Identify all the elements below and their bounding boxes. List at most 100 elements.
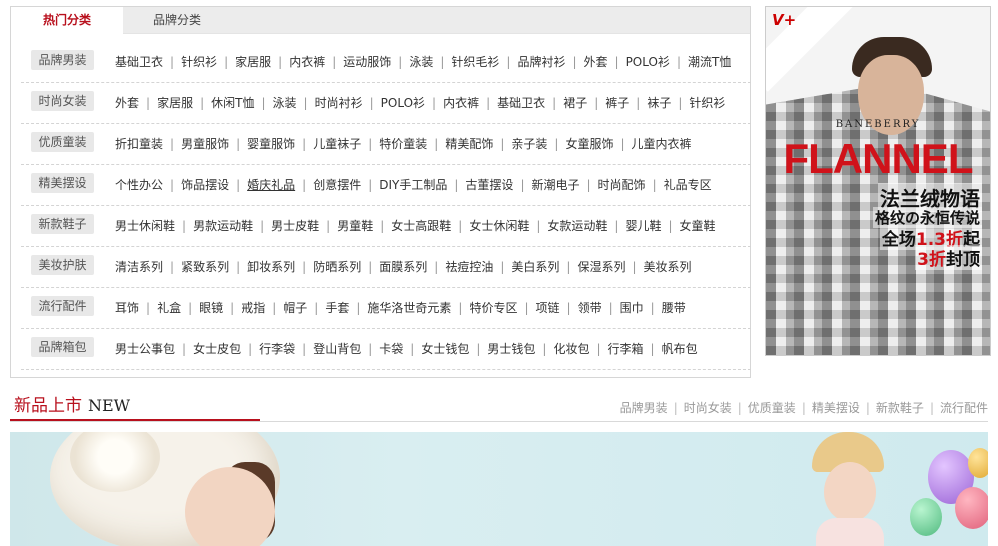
new-arrivals-link[interactable]: 品牌男装 <box>620 401 668 415</box>
new-arrivals-link[interactable]: 时尚女装 <box>684 401 732 415</box>
category-link[interactable]: 基础卫衣 <box>497 96 545 110</box>
category-link[interactable]: 围巾 <box>620 301 644 315</box>
new-arrivals-link[interactable]: 精美摆设 <box>812 401 860 415</box>
category-link[interactable]: 男士公事包 <box>115 342 175 356</box>
category-link[interactable]: 针织衫 <box>181 55 217 69</box>
category-link[interactable]: 面膜系列 <box>379 260 427 274</box>
category-link[interactable]: 美妆系列 <box>644 260 692 274</box>
category-label[interactable]: 品牌箱包 <box>31 337 94 357</box>
category-link[interactable]: 领带 <box>578 301 602 315</box>
category-label[interactable]: 品牌男装 <box>31 50 94 70</box>
promo-banner[interactable]: V+ BANEBERRY FLANNEL 法兰绒物语 格纹の永恒传说 全场1.3… <box>765 6 991 356</box>
category-link[interactable]: 男士皮鞋 <box>271 219 319 233</box>
category-link[interactable]: 潮流T恤 <box>688 55 731 69</box>
category-label[interactable]: 美妆护肤 <box>31 255 94 275</box>
tab-hot-categories[interactable]: 热门分类 <box>11 7 123 35</box>
link-separator: | <box>652 178 657 192</box>
category-link[interactable]: 女童鞋 <box>680 219 716 233</box>
new-arrivals-banner[interactable] <box>10 432 988 546</box>
category-link[interactable]: 美白系列 <box>511 260 559 274</box>
category-link[interactable]: 休闲T恤 <box>211 96 254 110</box>
category-link[interactable]: 女童服饰 <box>565 137 613 151</box>
category-link[interactable]: 内衣裤 <box>443 96 479 110</box>
category-link[interactable]: 裤子 <box>605 96 629 110</box>
category-link[interactable]: 婴童服饰 <box>247 137 295 151</box>
category-link[interactable]: 男款运动鞋 <box>193 219 253 233</box>
category-link[interactable]: 家居服 <box>157 96 193 110</box>
category-link[interactable]: 古董摆设 <box>465 178 513 192</box>
category-link[interactable]: 时尚配饰 <box>598 178 646 192</box>
category-link[interactable]: 卸妆系列 <box>247 260 295 274</box>
category-link[interactable]: 泳装 <box>409 55 433 69</box>
category-link[interactable]: 基础卫衣 <box>115 55 163 69</box>
category-link[interactable]: 男士休闲鞋 <box>115 219 175 233</box>
category-link[interactable]: 女士高跟鞋 <box>391 219 451 233</box>
category-link[interactable]: 儿童内衣裤 <box>632 137 692 151</box>
category-link[interactable]: 泳装 <box>273 96 297 110</box>
category-link[interactable]: 男士钱包 <box>487 342 535 356</box>
category-link[interactable]: 登山背包 <box>313 342 361 356</box>
category-link[interactable]: 儿童袜子 <box>313 137 361 151</box>
new-arrivals-link[interactable]: 优质童装 <box>748 401 796 415</box>
category-link[interactable]: 外套 <box>115 96 139 110</box>
category-link[interactable]: 运动服饰 <box>343 55 391 69</box>
category-link[interactable]: 礼品专区 <box>664 178 712 192</box>
category-link[interactable]: 婴儿鞋 <box>625 219 661 233</box>
category-label[interactable]: 精美摆设 <box>31 173 94 193</box>
category-label[interactable]: 优质童装 <box>31 132 94 152</box>
category-link[interactable]: 精美配饰 <box>445 137 493 151</box>
category-link[interactable]: 清洁系列 <box>115 260 163 274</box>
category-link[interactable]: 袜子 <box>647 96 671 110</box>
new-arrivals-link[interactable]: 流行配件 <box>940 401 988 415</box>
category-link[interactable]: 紧致系列 <box>181 260 229 274</box>
category-link[interactable]: 手套 <box>325 301 349 315</box>
category-link[interactable]: 饰品摆设 <box>181 178 229 192</box>
category-link[interactable]: 针织毛衫 <box>451 55 499 69</box>
category-link[interactable]: 特价专区 <box>469 301 517 315</box>
category-link[interactable]: 化妆包 <box>553 342 589 356</box>
category-link[interactable]: 行李袋 <box>259 342 295 356</box>
category-link[interactable]: 男童服饰 <box>181 137 229 151</box>
category-link[interactable]: 女款运动鞋 <box>547 219 607 233</box>
category-link[interactable]: 新潮电子 <box>531 178 579 192</box>
category-link[interactable]: 卡袋 <box>379 342 403 356</box>
category-link[interactable]: 祛痘控油 <box>445 260 493 274</box>
category-label[interactable]: 新款鞋子 <box>31 214 94 234</box>
category-link[interactable]: 防晒系列 <box>313 260 361 274</box>
category-link[interactable]: 眼镜 <box>199 301 223 315</box>
category-link[interactable]: 家居服 <box>235 55 271 69</box>
category-link[interactable]: 施华洛世奇元素 <box>367 301 451 315</box>
category-link[interactable]: 创意摆件 <box>313 178 361 192</box>
category-link[interactable]: 外套 <box>584 55 608 69</box>
category-link[interactable]: 亲子装 <box>511 137 547 151</box>
category-link[interactable]: 行李箱 <box>608 342 644 356</box>
category-link[interactable]: 特价童装 <box>379 137 427 151</box>
category-link[interactable]: 裙子 <box>563 96 587 110</box>
category-link[interactable]: 保湿系列 <box>577 260 625 274</box>
category-link[interactable]: POLO衫 <box>381 96 425 110</box>
category-link[interactable]: 内衣裤 <box>289 55 325 69</box>
category-link[interactable]: 女士休闲鞋 <box>469 219 529 233</box>
category-link[interactable]: 婚庆礼品 <box>247 178 295 192</box>
category-link[interactable]: 品牌衬衫 <box>517 55 565 69</box>
category-label[interactable]: 流行配件 <box>31 296 94 316</box>
category-link[interactable]: 时尚衬衫 <box>315 96 363 110</box>
category-link[interactable]: 个性办公 <box>115 178 163 192</box>
category-link[interactable]: 腰带 <box>662 301 686 315</box>
category-link[interactable]: 帽子 <box>283 301 307 315</box>
category-link[interactable]: 礼盒 <box>157 301 181 315</box>
category-label[interactable]: 时尚女装 <box>31 91 94 111</box>
category-link[interactable]: 针织衫 <box>689 96 725 110</box>
category-link[interactable]: 帆布包 <box>662 342 698 356</box>
new-arrivals-link[interactable]: 新款鞋子 <box>876 401 924 415</box>
category-link[interactable]: 耳饰 <box>115 301 139 315</box>
category-link[interactable]: POLO衫 <box>626 55 670 69</box>
category-link[interactable]: DIY手工制品 <box>379 178 447 192</box>
category-link[interactable]: 戒指 <box>241 301 265 315</box>
category-link[interactable]: 折扣童装 <box>115 137 163 151</box>
category-link[interactable]: 女士钱包 <box>421 342 469 356</box>
category-link[interactable]: 男童鞋 <box>337 219 373 233</box>
category-link[interactable]: 项链 <box>536 301 560 315</box>
tab-brand-categories[interactable]: 品牌分类 <box>139 7 215 34</box>
category-link[interactable]: 女士皮包 <box>193 342 241 356</box>
